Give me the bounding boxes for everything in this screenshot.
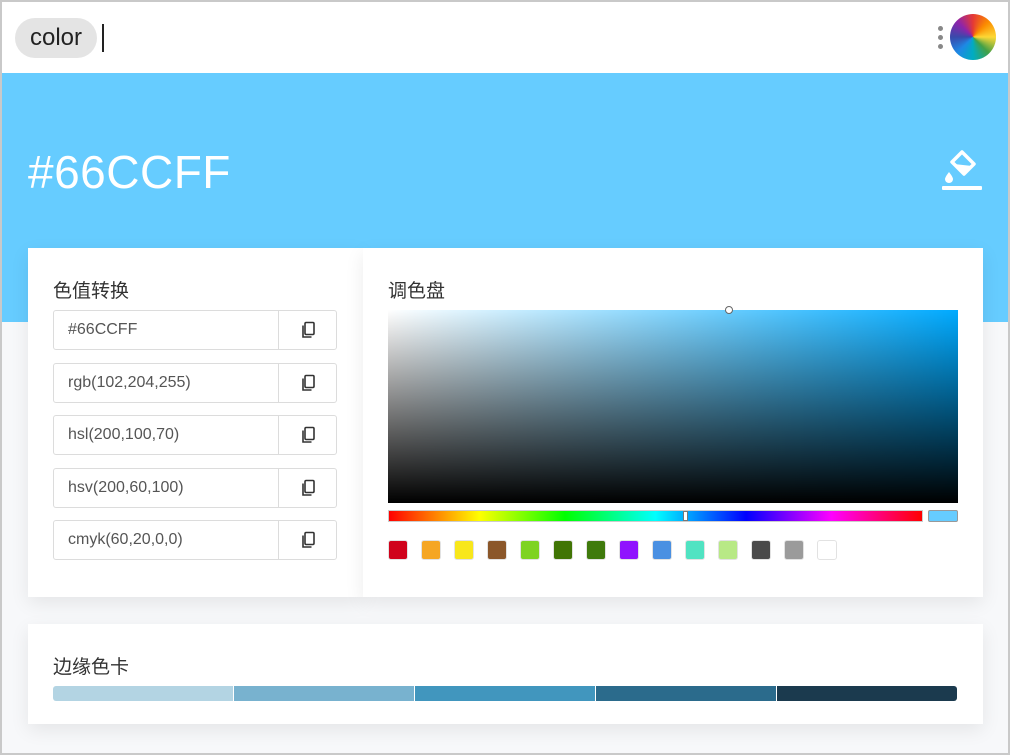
search-tag[interactable]: color — [15, 18, 98, 58]
app-window: color #66CCFF 色值转换 #66CCFF rgb(102,204,2… — [0, 0, 1010, 755]
color-swatch[interactable] — [553, 540, 573, 560]
color-swatch[interactable] — [388, 540, 408, 560]
edge-color-segment[interactable] — [777, 686, 957, 701]
preset-swatches — [388, 540, 837, 560]
color-swatch[interactable] — [520, 540, 540, 560]
rgb-value[interactable]: rgb(102,204,255) — [68, 364, 191, 402]
copy-icon — [301, 426, 315, 443]
hsv-value[interactable]: hsv(200,60,100) — [68, 469, 184, 507]
copy-icon — [301, 374, 315, 391]
conversion-title: 色值转换 — [53, 281, 130, 302]
copy-cmyk-button[interactable] — [278, 521, 336, 559]
copy-icon — [301, 531, 315, 548]
color-swatch[interactable] — [586, 540, 606, 560]
more-menu-icon[interactable] — [938, 26, 944, 52]
edge-color-segment[interactable] — [415, 686, 596, 701]
color-swatch[interactable] — [487, 540, 507, 560]
hsl-value[interactable]: hsl(200,100,70) — [68, 416, 179, 454]
copy-rgb-button[interactable] — [278, 364, 336, 402]
edge-color-segment[interactable] — [234, 686, 415, 701]
color-preview — [928, 510, 958, 522]
edge-color-card: 边缘色卡 — [28, 624, 983, 724]
top-bar: color — [2, 2, 1008, 73]
conversion-card: 色值转换 #66CCFF rgb(102,204,255) hsl(200,10… — [28, 248, 363, 597]
color-swatch[interactable] — [817, 540, 837, 560]
edge-color-segment[interactable] — [53, 686, 234, 701]
cmyk-value[interactable]: cmyk(60,20,0,0) — [68, 521, 183, 559]
color-swatch[interactable] — [619, 540, 639, 560]
color-swatch[interactable] — [454, 540, 474, 560]
hsv-field: hsv(200,60,100) — [53, 468, 337, 508]
rgb-field: rgb(102,204,255) — [53, 363, 337, 403]
color-wheel-icon[interactable] — [950, 14, 996, 60]
copy-hsv-button[interactable] — [278, 469, 336, 507]
color-swatch[interactable] — [718, 540, 738, 560]
color-swatch[interactable] — [652, 540, 672, 560]
palette-title: 调色盘 — [388, 281, 446, 302]
copy-hex-button[interactable] — [278, 311, 336, 349]
color-swatch[interactable] — [784, 540, 804, 560]
hex-field: #66CCFF — [53, 310, 337, 350]
edge-color-segment[interactable] — [596, 686, 777, 701]
picker-handle[interactable] — [725, 306, 733, 314]
color-swatch[interactable] — [421, 540, 441, 560]
copy-icon — [301, 479, 315, 496]
hsl-field: hsl(200,100,70) — [53, 415, 337, 455]
paint-bucket-icon[interactable] — [940, 148, 984, 192]
hex-value[interactable]: #66CCFF — [68, 311, 137, 349]
hex-title: #66CCFF — [28, 146, 231, 198]
edge-color-bar — [53, 686, 957, 701]
palette-card: 调色盘 — [363, 248, 983, 597]
copy-hsl-button[interactable] — [278, 416, 336, 454]
copy-icon — [301, 321, 315, 338]
saturation-value-picker[interactable] — [388, 310, 958, 503]
hue-slider[interactable] — [388, 510, 923, 522]
hue-slider-handle[interactable] — [683, 511, 688, 521]
text-cursor — [102, 24, 104, 52]
edge-title: 边缘色卡 — [53, 657, 130, 678]
cmyk-field: cmyk(60,20,0,0) — [53, 520, 337, 560]
color-swatch[interactable] — [751, 540, 771, 560]
color-swatch[interactable] — [685, 540, 705, 560]
